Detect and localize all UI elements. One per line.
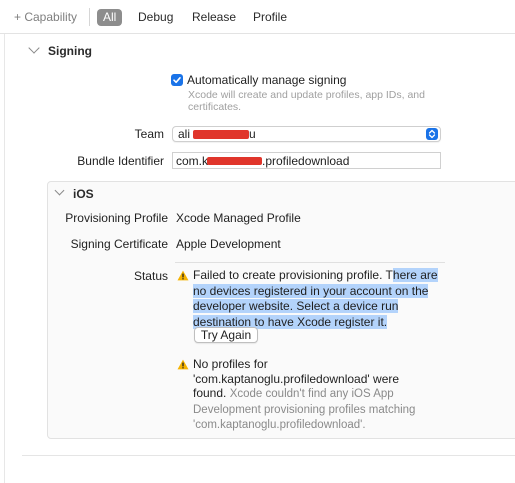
bundle-identifier-suffix: .profiledownload bbox=[262, 154, 350, 168]
no-profiles-line3: found. bbox=[193, 386, 227, 400]
team-value: ali bbox=[178, 127, 190, 142]
editor-left-border bbox=[4, 34, 5, 483]
checkmark-icon bbox=[173, 77, 181, 84]
auto-manage-hint-line2: certificates. bbox=[188, 101, 242, 113]
signing-certificate-value: Apple Development bbox=[176, 237, 281, 251]
bundle-identifier-field[interactable]: com.k .profiledownload bbox=[172, 152, 441, 169]
auto-manage-signing-checkbox[interactable] bbox=[171, 74, 183, 86]
no-profiles-message: No profiles for 'com.kaptanoglu.profiled… bbox=[193, 357, 443, 433]
team-label: Team bbox=[134, 127, 164, 141]
team-value-prefix: ali bbox=[178, 127, 191, 141]
popup-stepper bbox=[426, 128, 438, 140]
provisioning-profile-label: Provisioning Profile bbox=[65, 211, 168, 225]
no-profiles-line1: No profiles for bbox=[193, 357, 268, 371]
no-profiles-line2: 'com.kaptanoglu.profiledownload' were bbox=[193, 371, 400, 386]
ios-section-title: iOS bbox=[73, 187, 94, 201]
bundle-redaction bbox=[207, 157, 262, 165]
team-value-suffix: u bbox=[249, 127, 256, 141]
no-profiles-line3-and-detail: found. Xcode couldn't find any iOS App D… bbox=[193, 386, 443, 433]
bundle-identifier-prefix: com.k bbox=[176, 154, 209, 168]
toolbar-divider bbox=[89, 8, 90, 26]
auto-manage-signing-label: Automatically manage signing bbox=[187, 73, 347, 87]
status-divider bbox=[175, 262, 445, 263]
team-redaction bbox=[193, 130, 249, 139]
filter-all-button[interactable]: All bbox=[97, 9, 123, 26]
provisioning-profile-value: Xcode Managed Profile bbox=[176, 211, 301, 225]
signing-disclosure-chevron-down-icon[interactable] bbox=[28, 42, 40, 54]
bundle-identifier-label: Bundle Identifier bbox=[77, 154, 164, 168]
signing-certificate-label: Signing Certificate bbox=[70, 237, 168, 251]
filter-release-button[interactable]: Release bbox=[186, 9, 242, 26]
no-profiles-detail: Xcode couldn't find any iOS App Developm… bbox=[193, 388, 416, 431]
filter-profile-button[interactable]: Profile bbox=[247, 9, 293, 26]
add-capability-button[interactable]: + Capability bbox=[14, 10, 77, 24]
capabilities-toolbar: + Capability All Debug Release Profile bbox=[0, 0, 515, 34]
signing-capabilities-window: + Capability All Debug Release Profile S… bbox=[0, 0, 515, 483]
signing-section-title: Signing bbox=[48, 44, 92, 58]
chevron-updown-icon bbox=[428, 129, 436, 139]
warning-triangle-icon bbox=[177, 270, 189, 281]
try-again-button[interactable]: Try Again bbox=[194, 327, 258, 343]
status-label: Status bbox=[133, 269, 168, 283]
warning-triangle-icon bbox=[177, 359, 189, 370]
filter-debug-button[interactable]: Debug bbox=[132, 9, 179, 26]
team-popup[interactable]: ali u bbox=[172, 126, 441, 142]
error-text-part1: Failed to create provisioning profile. T bbox=[193, 268, 393, 282]
bottom-divider bbox=[22, 455, 515, 456]
provisioning-error-message: Failed to create provisioning profile. T… bbox=[193, 268, 449, 330]
